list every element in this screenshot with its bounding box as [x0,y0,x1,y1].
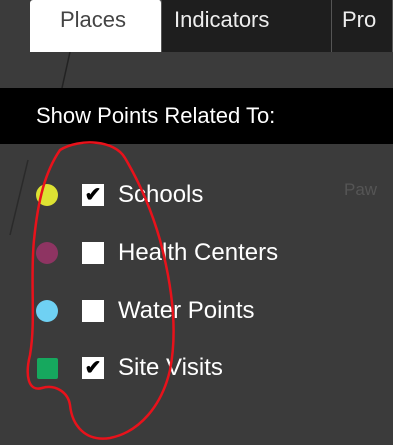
layer-label-water-points: Water Points [118,297,255,324]
layer-label-schools: Schools [118,181,204,208]
water-points-checkbox[interactable] [82,300,104,322]
health-centers-marker-icon [36,242,58,264]
layer-row-site-visits[interactable]: ✔ Site Visits [0,348,393,388]
water-points-marker-icon [36,300,58,322]
site-visits-marker-icon [37,357,58,379]
health-centers-checkbox[interactable] [82,242,104,264]
layer-row-health-centers[interactable]: Health Centers [0,233,393,273]
schools-marker-icon [36,184,58,206]
schools-checkbox[interactable]: ✔ [82,184,104,206]
panel-header: Show Points Related To: [0,88,393,144]
layer-label-site-visits: Site Visits [118,354,223,381]
layer-label-health-centers: Health Centers [118,239,279,266]
tab-bar: Places Indicators Pro [0,0,393,52]
tab-places[interactable]: Places [30,0,162,52]
layer-row-schools[interactable]: ✔ Schools [0,175,393,215]
site-visits-checkbox[interactable]: ✔ [82,357,104,379]
tab-indicators[interactable]: Indicators [162,0,332,52]
tab-pro[interactable]: Pro [332,0,393,52]
layer-row-water-points[interactable]: Water Points [0,291,393,331]
